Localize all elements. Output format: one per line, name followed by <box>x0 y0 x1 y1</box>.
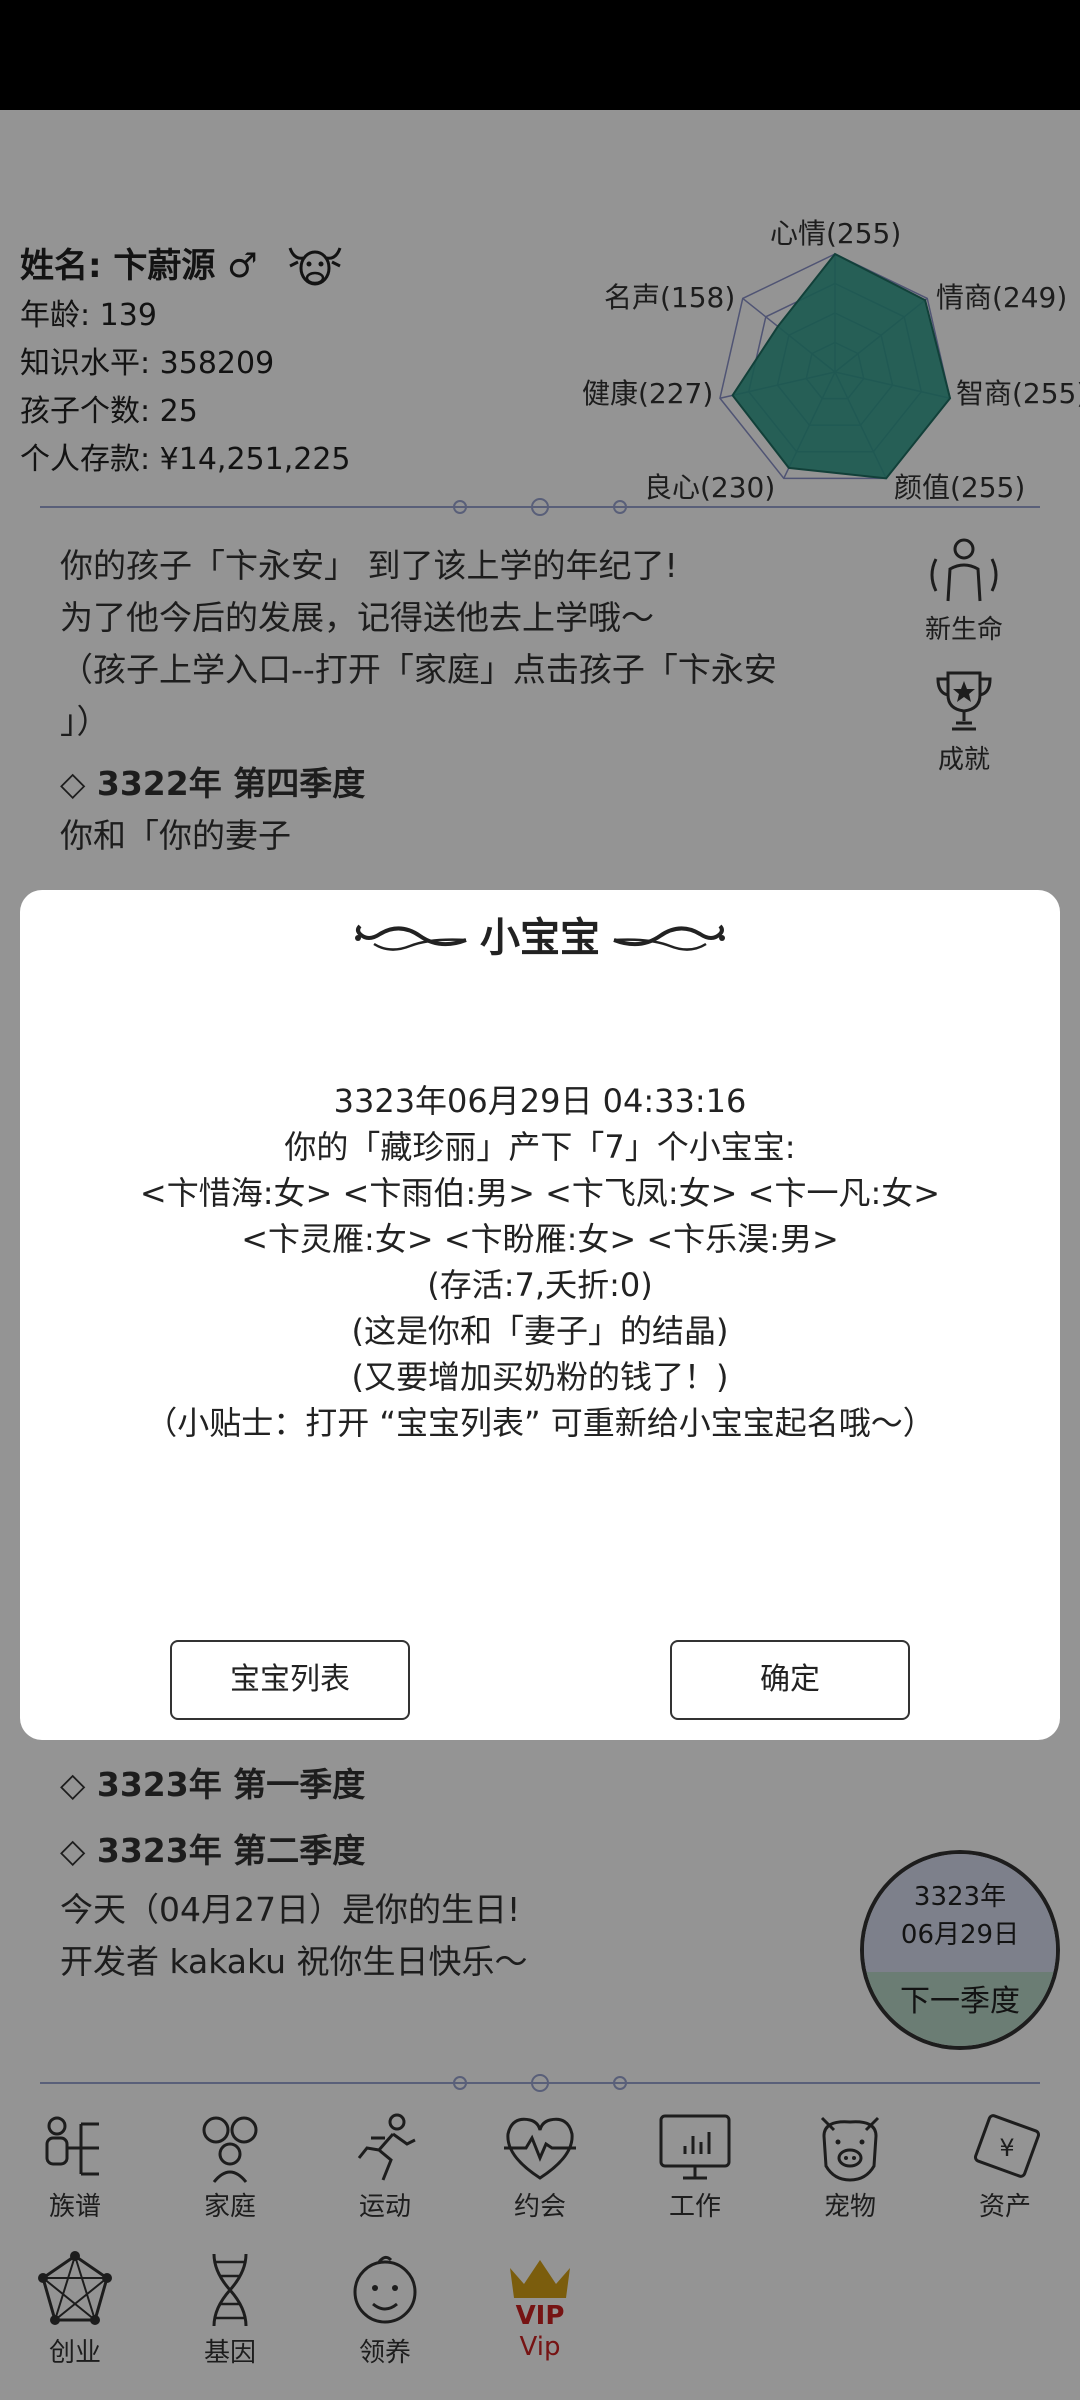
status-bar <box>0 0 1080 110</box>
baby-list-button[interactable]: 宝宝列表 <box>170 1640 410 1720</box>
dialog-line: (又要增加买奶粉的钱了！) <box>351 1358 729 1396</box>
dialog-message: 3323年06月29日 04:33:16 你的「藏珍丽」产下「7」个小宝宝: <… <box>20 1078 1060 1446</box>
confirm-button[interactable]: 确定 <box>670 1640 910 1720</box>
dialog-line: (存活:7,夭折:0) <box>427 1266 653 1304</box>
dialog-line: <卞灵雁:女> <卞盼雁:女> <卞乐淏:男> <box>241 1220 839 1258</box>
baby-born-dialog: 小宝宝 3323年06月29日 04:33:16 你的「藏珍丽」产下「7」个小宝… <box>20 890 1060 1740</box>
dialog-line: （小贴士：打开 “宝宝列表” 可重新给小宝宝起名哦～） <box>145 1404 935 1442</box>
dialog-line: (这是你和「妻子」的结晶) <box>351 1312 729 1350</box>
dialog-line: 3323年06月29日 04:33:16 <box>333 1082 747 1120</box>
dialog-title: 小宝宝 <box>480 915 600 961</box>
dialog-line: <卞惜海:女> <卞雨伯:男> <卞飞凤:女> <卞一凡:女> <box>139 1174 941 1212</box>
dialog-line: 你的「藏珍丽」产下「7」个小宝宝: <box>284 1128 796 1166</box>
flourish-right-icon <box>613 924 725 951</box>
